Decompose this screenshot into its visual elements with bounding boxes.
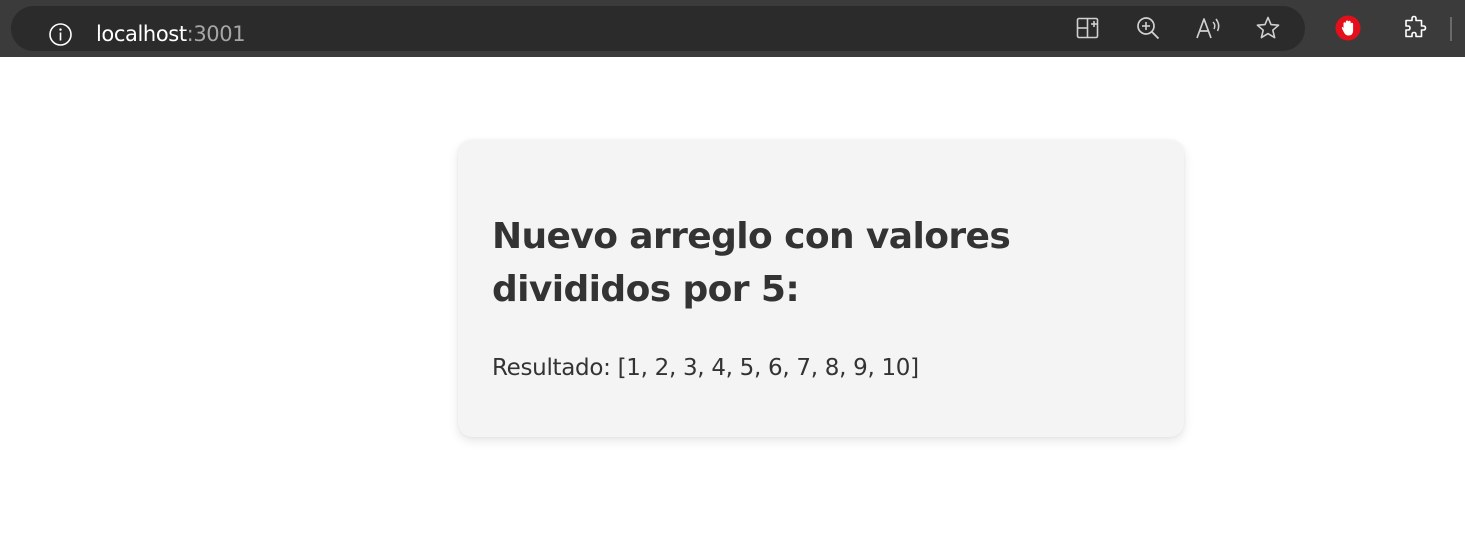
result-text: Resultado: [1, 2, 3, 4, 5, 6, 7, 8, 9, 1… [492, 355, 919, 381]
address-bar[interactable]: localhost:3001 [11, 6, 1305, 51]
browser-toolbar: localhost:3001 [0, 0, 1465, 57]
split-screen-icon[interactable] [1074, 14, 1102, 42]
zoom-icon[interactable] [1134, 14, 1162, 42]
url-port: :3001 [186, 22, 246, 46]
favorite-star-icon[interactable] [1254, 14, 1282, 42]
result-card: Nuevo arreglo con valores divididos por … [458, 140, 1184, 437]
ad-blocker-icon[interactable] [1334, 14, 1362, 42]
read-aloud-icon[interactable] [1194, 14, 1222, 42]
url-text[interactable]: localhost:3001 [96, 21, 246, 48]
extensions-icon[interactable] [1401, 14, 1429, 42]
info-icon[interactable] [48, 22, 73, 47]
page-title: Nuevo arreglo con valores divididos por … [492, 216, 1011, 310]
url-host: localhost [96, 22, 187, 46]
toolbar-divider [1450, 17, 1452, 41]
